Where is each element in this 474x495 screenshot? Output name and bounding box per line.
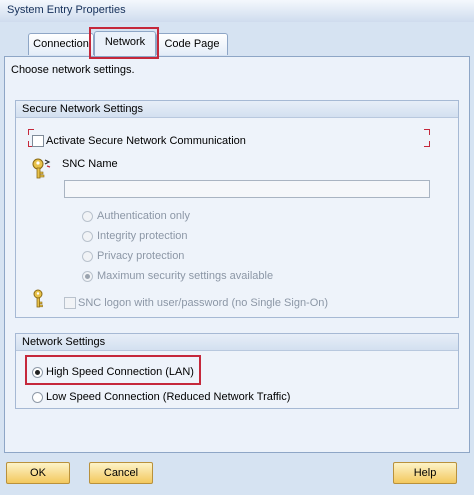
cancel-button[interactable]: Cancel [89,462,153,484]
privacy-protection-label: Privacy protection [97,250,185,262]
network-tab-highlight [89,27,159,59]
activate-snc-label: Activate Secure Network Communication [46,135,246,147]
authentication-only-label: Authentication only [97,210,190,222]
small-key-icon [33,289,43,308]
network-settings-group-title: Network Settings [22,336,106,348]
radio-maximum-security[interactable] [82,271,93,282]
content-panel: Choose network settings. Secure Network … [4,56,470,453]
key-icon [32,158,51,179]
activate-snc-checkbox[interactable] [32,135,44,147]
low-speed-label: Low Speed Connection (Reduced Network Tr… [46,391,291,403]
maximum-security-label: Maximum security settings available [97,270,274,282]
bracket-bottom-right [424,141,430,147]
radio-authentication-only[interactable] [82,211,93,222]
radio-low-speed[interactable] [32,392,43,403]
tab-code-page[interactable]: Code Page [156,33,228,55]
radio-privacy-protection[interactable] [82,251,93,262]
snc-name-label: SNC Name [62,158,118,170]
secure-network-group-header: Secure Network Settings [16,101,458,118]
secure-network-group-title: Secure Network Settings [22,103,144,115]
network-settings-group-header: Network Settings [16,334,458,351]
title-bar: System Entry Properties [0,0,474,23]
bracket-top-right [424,129,430,135]
secure-network-group: Secure Network Settings Activate Secure … [15,100,459,318]
tab-strip: Connection Network Code Page [0,22,474,56]
radio-integrity-protection[interactable] [82,231,93,242]
high-speed-highlight [25,355,201,385]
integrity-protection-label: Integrity protection [97,230,188,242]
ok-button[interactable]: OK [6,462,70,484]
snc-name-input[interactable] [64,180,430,198]
description-text: Choose network settings. [11,64,135,76]
window-title: System Entry Properties [7,4,126,16]
help-button[interactable]: Help [393,462,457,484]
snc-logon-checkbox[interactable] [64,297,76,309]
snc-logon-label: SNC logon with user/password (no Single … [78,297,329,309]
tab-connection[interactable]: Connection [28,33,94,55]
